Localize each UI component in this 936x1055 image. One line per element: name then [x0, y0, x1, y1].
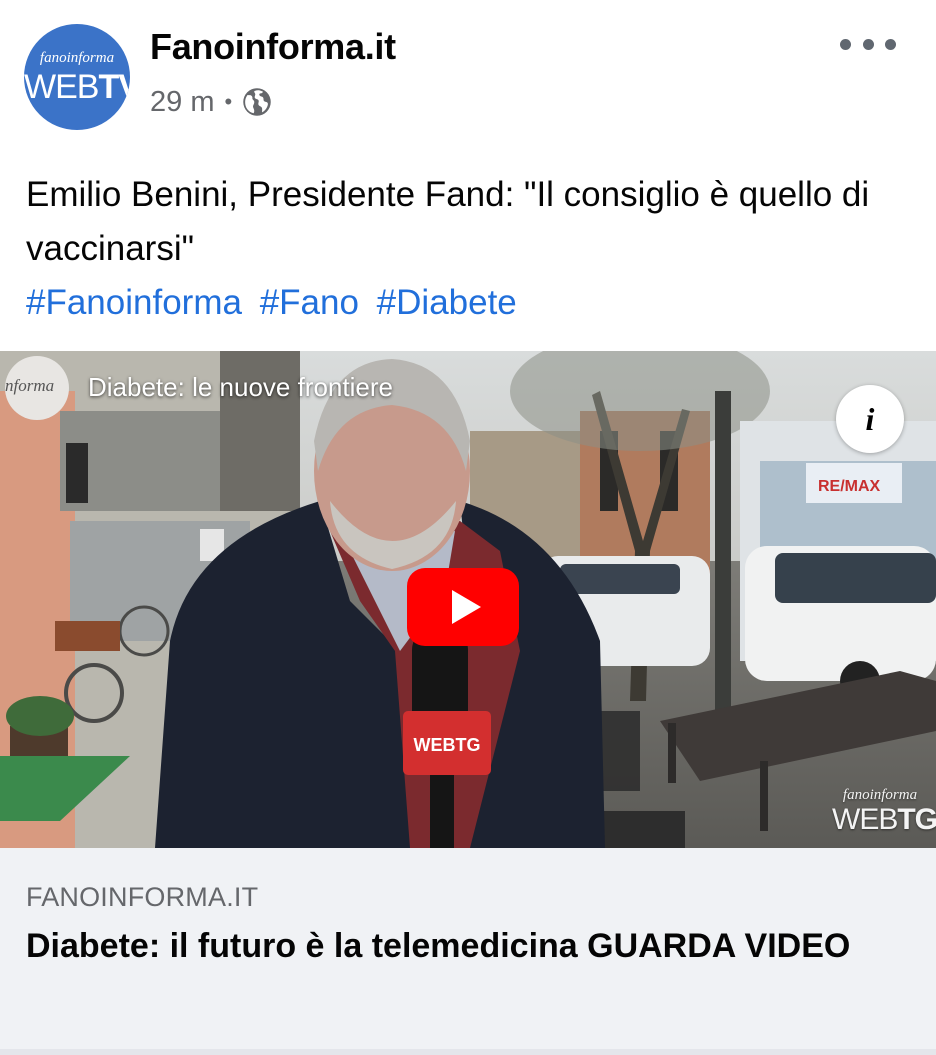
hashtag-fano[interactable]: #Fano: [260, 283, 359, 322]
microphone-flag-label: WEBTG: [413, 735, 481, 755]
channel-logo[interactable]: nforma: [5, 356, 69, 420]
more-dot: [885, 38, 896, 50]
hashtag-fanoinforma[interactable]: #Fanoinforma: [26, 283, 242, 322]
link-title[interactable]: Diabete: il futuro è la telemedicina GUA…: [26, 922, 906, 970]
more-options-button[interactable]: [840, 30, 896, 58]
post-text: Emilio Benini, Presidente Fand: "Il cons…: [26, 175, 870, 268]
video-watermark: fanoinforma WEBTG: [832, 787, 936, 836]
hashtag-list: #Fanoinforma #Fano #Diabete: [26, 276, 525, 330]
link-preview-card[interactable]: FANOINFORMA.IT Diabete: il futuro è la t…: [0, 848, 936, 1050]
hashtag-diabete[interactable]: #Diabete: [377, 283, 517, 322]
svg-text:RE/MAX: RE/MAX: [818, 478, 881, 495]
post-header: fanoinforma WEBTV Fanoinforma.it 29 m •: [0, 0, 936, 150]
divider: [0, 1049, 936, 1055]
youtube-play-icon[interactable]: [407, 568, 519, 646]
meta-separator: •: [224, 89, 233, 114]
video-title[interactable]: Diabete: le nuove frontiere: [88, 372, 393, 403]
page-name[interactable]: Fanoinforma.it: [150, 26, 396, 68]
avatar-logo-text: WEBTV: [24, 68, 130, 106]
more-dot: [862, 38, 874, 50]
post-meta: 29 m •: [150, 84, 272, 120]
globe-icon[interactable]: [242, 87, 272, 117]
page-avatar[interactable]: fanoinforma WEBTV: [24, 24, 130, 130]
post-time[interactable]: 29 m: [150, 86, 214, 119]
avatar-small-text: fanoinforma: [39, 50, 115, 66]
more-dot: [840, 38, 851, 50]
info-button[interactable]: i: [836, 385, 904, 453]
link-domain: FANOINFORMA.IT: [26, 882, 259, 912]
